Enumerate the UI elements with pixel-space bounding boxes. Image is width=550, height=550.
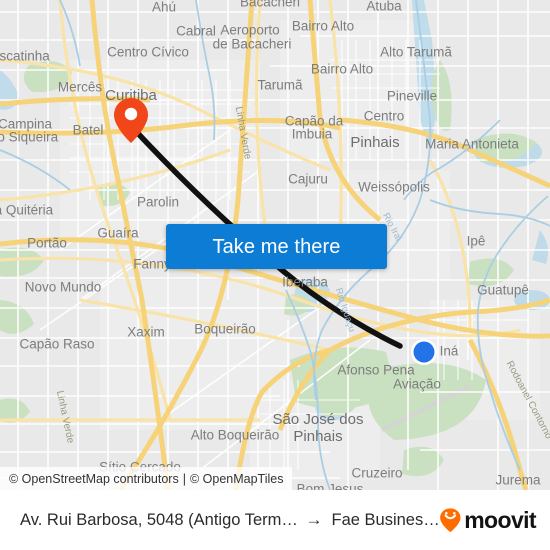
svg-text:Aviação: Aviação bbox=[393, 377, 441, 392]
moovit-logo[interactable]: moovit bbox=[439, 506, 537, 533]
svg-text:Novo Mundo: Novo Mundo bbox=[25, 280, 102, 295]
svg-text:Mercês: Mercês bbox=[58, 80, 103, 95]
attribution-separator: | bbox=[182, 471, 186, 486]
route-destination-label: Fae Busines… bbox=[331, 510, 440, 529]
destination-dot bbox=[411, 339, 437, 365]
svg-text:Bairro Alto: Bairro Alto bbox=[311, 62, 373, 77]
svg-text:Cajuru: Cajuru bbox=[288, 172, 328, 187]
svg-text:Pinhais: Pinhais bbox=[293, 428, 342, 445]
svg-text:Jurema: Jurema bbox=[495, 473, 541, 488]
svg-text:São José dos: São José dos bbox=[273, 411, 364, 428]
svg-text:Portão: Portão bbox=[27, 236, 67, 251]
svg-text:Alto Boqueirão: Alto Boqueirão bbox=[191, 428, 280, 443]
svg-text:Iná: Iná bbox=[440, 344, 459, 359]
moovit-trip-preview: Ahú Bacacheri Atuba Cabral Bairro Alto A… bbox=[0, 0, 550, 550]
attribution-tiles[interactable]: © OpenMapTiles bbox=[190, 472, 284, 486]
take-me-there-button[interactable]: Take me there bbox=[166, 224, 387, 269]
attribution-osm[interactable]: © OpenStreetMap contributors bbox=[9, 472, 179, 486]
svg-text:Guaíra: Guaíra bbox=[97, 226, 139, 241]
svg-text:Parolin: Parolin bbox=[137, 195, 179, 210]
route-origin-label: Av. Rui Barbosa, 5048 (Antigo Term… bbox=[20, 510, 297, 529]
svg-text:Ipê: Ipê bbox=[467, 234, 486, 249]
svg-text:Pineville: Pineville bbox=[387, 89, 437, 104]
svg-text:Tarumã: Tarumã bbox=[257, 78, 303, 93]
svg-text:Centro: Centro bbox=[364, 109, 405, 124]
svg-text:Ahú: Ahú bbox=[152, 0, 176, 15]
svg-text:Bairro Alto: Bairro Alto bbox=[292, 19, 354, 34]
route-summary: Av. Rui Barbosa, 5048 (Antigo Term… → Fa… bbox=[20, 510, 439, 530]
svg-text:Iberaba: Iberaba bbox=[282, 275, 328, 290]
map-canvas[interactable]: Ahú Bacacheri Atuba Cabral Bairro Alto A… bbox=[0, 0, 550, 490]
svg-text:ta Quitéria: ta Quitéria bbox=[0, 203, 54, 218]
trip-footer: Av. Rui Barbosa, 5048 (Antigo Term… → Fa… bbox=[0, 490, 550, 550]
svg-text:Xaxim: Xaxim bbox=[127, 325, 165, 340]
take-me-there-label: Take me there bbox=[212, 235, 341, 258]
map-attribution: © OpenStreetMap contributors | © OpenMap… bbox=[0, 467, 293, 490]
svg-text:Bacacheri: Bacacheri bbox=[240, 0, 300, 10]
svg-text:Cascatinha: Cascatinha bbox=[0, 49, 50, 64]
svg-text:Cruzeiro: Cruzeiro bbox=[351, 466, 402, 481]
svg-text:Cabral: Cabral bbox=[176, 24, 216, 39]
svg-text:Capão Raso: Capão Raso bbox=[19, 337, 94, 352]
svg-text:de Bacacheri: de Bacacheri bbox=[213, 37, 292, 52]
moovit-wordmark: moovit bbox=[464, 506, 536, 533]
svg-text:Aeroporto: Aeroporto bbox=[220, 23, 279, 38]
svg-text:do Siqueira: do Siqueira bbox=[0, 130, 59, 145]
svg-text:Weissópolis: Weissópolis bbox=[358, 180, 430, 195]
arrow-right-icon: → bbox=[305, 510, 323, 529]
svg-text:Pinhais: Pinhais bbox=[350, 134, 399, 151]
moovit-pin-icon bbox=[440, 508, 461, 533]
svg-text:Afonso Pena: Afonso Pena bbox=[337, 363, 415, 378]
svg-text:Boqueirão: Boqueirão bbox=[194, 322, 256, 337]
svg-text:Imbuia: Imbuia bbox=[292, 127, 333, 142]
svg-text:Bom Jesus: Bom Jesus bbox=[297, 482, 364, 490]
svg-text:Maria Antonieta: Maria Antonieta bbox=[425, 137, 519, 152]
svg-text:Batel: Batel bbox=[73, 123, 104, 138]
svg-text:Centro Cívico: Centro Cívico bbox=[107, 45, 189, 60]
svg-text:Atuba: Atuba bbox=[366, 0, 402, 14]
svg-text:Guatupê: Guatupê bbox=[477, 283, 529, 298]
svg-text:Alto Tarumã: Alto Tarumã bbox=[380, 45, 452, 60]
